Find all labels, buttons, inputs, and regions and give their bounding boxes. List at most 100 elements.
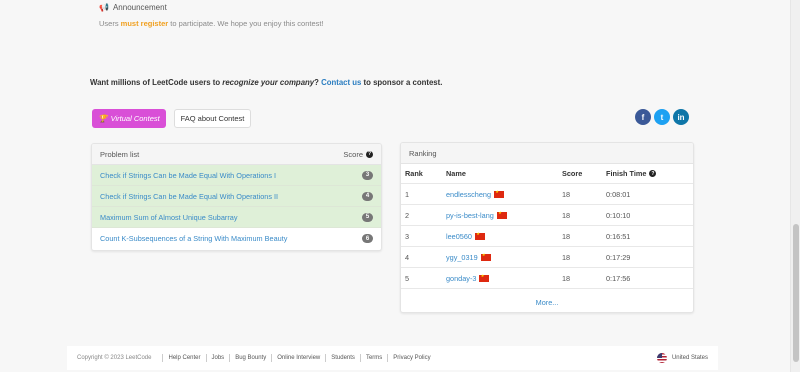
user-link[interactable]: gonday-3 [446, 274, 476, 283]
rank-cell: 3 [405, 231, 410, 241]
name-cell: lee0560 [446, 231, 562, 241]
col-score: Score [562, 169, 583, 178]
announcement-title: Announcement [112, 3, 167, 12]
score-badge: 3 [362, 170, 373, 180]
table-row: 1 endlesscheng 18 0:08:01 [401, 184, 693, 205]
trophy-icon: 🏆 [98, 114, 108, 123]
time-cell: 0:10:10 [606, 210, 631, 220]
register-link[interactable]: must register [121, 19, 169, 28]
divider [162, 354, 164, 362]
user-link[interactable]: ygy_0319 [446, 253, 478, 262]
ranking-header: Ranking [401, 143, 693, 164]
region-label: United States [671, 355, 708, 361]
ranking-table: Rank Name Score Finish Time ? 1 endlessc… [401, 164, 693, 289]
rank-cell: 1 [405, 189, 410, 199]
footer-link-terms[interactable]: Terms [366, 355, 382, 361]
problem-row[interactable]: Check if Strings Can be Made Equal With … [92, 165, 381, 186]
finish-time-label: Finish Time [606, 169, 647, 178]
footer-link-students[interactable]: Students [331, 355, 355, 361]
sponsor-tail: to sponsor a contest. [361, 78, 443, 87]
problem-row[interactable]: Check if Strings Can be Made Equal With … [92, 186, 381, 207]
ranking-panel: Ranking Rank Name Score Finish Time ? 1 … [400, 142, 694, 313]
question-icon[interactable]: ? [366, 150, 373, 158]
problem-list-header: Problem list Score ? [92, 144, 381, 165]
announcement-header: 📢 Announcement [99, 3, 699, 12]
col-finish-time: Finish Time ? [606, 169, 693, 178]
time-cell: 0:17:56 [606, 273, 631, 283]
score-label: Score [343, 149, 363, 159]
ranking-column-headers: Rank Name Score Finish Time ? [401, 164, 693, 184]
time-cell: 0:16:51 [606, 231, 631, 241]
twitter-icon[interactable]: t [654, 109, 670, 125]
footer-link-online-interview[interactable]: Online Interview [277, 355, 320, 361]
problem-link[interactable]: Check if Strings Can be Made Equal With … [100, 192, 278, 201]
us-flag-icon [656, 353, 667, 363]
problem-link[interactable]: Count K-Subsequences of a String With Ma… [100, 234, 287, 243]
facebook-icon[interactable]: f [635, 109, 651, 125]
problem-link[interactable]: Check if Strings Can be Made Equal With … [100, 171, 276, 180]
footer-link-bug-bounty[interactable]: Bug Bounty [235, 355, 266, 361]
score-cell: 18 [562, 252, 571, 262]
table-row: 4 ygy_0319 18 0:17:29 [401, 247, 693, 268]
score-cell: 18 [562, 273, 571, 283]
rank-cell: 4 [405, 252, 410, 262]
region-selector[interactable]: United States [656, 353, 708, 363]
faq-button[interactable]: FAQ about Contest [174, 109, 251, 128]
problem-row[interactable]: Maximum Sum of Almost Unique Subarray 5 [92, 207, 381, 228]
announcement-text-pre: Users [99, 19, 121, 28]
table-row: 3 lee0560 18 0:16:51 [401, 226, 693, 247]
score-cell: 18 [562, 189, 571, 199]
problem-list-title: Problem list [100, 149, 140, 159]
footer-link-help-center[interactable]: Help Center [168, 355, 200, 361]
sponsor-lead: Want millions of LeetCode users to [90, 78, 223, 87]
score-badge: 5 [362, 212, 373, 222]
name-cell: py-is-best-lang [446, 210, 562, 220]
problem-list-panel: Problem list Score ? Check if Strings Ca… [91, 143, 382, 251]
rank-cell: 5 [405, 273, 410, 283]
divider [229, 354, 231, 362]
divider [387, 354, 389, 362]
china-flag-icon [494, 189, 505, 198]
question-icon[interactable]: ? [649, 170, 657, 177]
announcement-text: Users must register to participate. We h… [99, 19, 699, 28]
score-header: Score ? [343, 150, 373, 159]
footer: Copyright © 2023 LeetCode Help Center Jo… [67, 346, 718, 370]
announcement-text-post: to participate. We hope you enjoy this c… [168, 19, 324, 28]
col-rank: Rank [405, 169, 423, 178]
divider [271, 354, 273, 362]
user-link[interactable]: endlesscheng [446, 190, 491, 199]
name-cell: endlesscheng [446, 189, 562, 199]
contact-us-link[interactable]: Contact us [321, 78, 361, 87]
divider [205, 354, 207, 362]
table-row: 5 gonday-3 18 0:17:56 [401, 268, 693, 289]
rank-cell: 2 [405, 210, 410, 220]
virtual-contest-label: Virtual Contest [110, 114, 160, 123]
china-flag-icon [496, 210, 507, 219]
time-cell: 0:17:29 [606, 252, 631, 262]
score-cell: 18 [562, 210, 571, 220]
scrollbar[interactable] [790, 0, 800, 372]
problem-row[interactable]: Count K-Subsequences of a String With Ma… [92, 228, 381, 249]
score-badge: 6 [362, 234, 373, 243]
footer-link-privacy-policy[interactable]: Privacy Policy [393, 355, 430, 361]
virtual-contest-button[interactable]: 🏆 Virtual Contest [92, 109, 166, 128]
user-link[interactable]: py-is-best-lang [446, 211, 494, 220]
divider [325, 354, 327, 362]
score-cell: 18 [562, 231, 571, 241]
score-badge: 4 [362, 191, 373, 201]
china-flag-icon [480, 252, 491, 261]
user-link[interactable]: lee0560 [446, 232, 472, 241]
name-cell: ygy_0319 [446, 252, 562, 262]
more-link[interactable]: More... [401, 289, 693, 307]
sponsor-italic: recognize your company [222, 78, 315, 87]
linkedin-icon[interactable]: in [673, 109, 689, 125]
col-name: Name [446, 169, 466, 178]
time-cell: 0:08:01 [606, 189, 631, 199]
sponsor-message: Want millions of LeetCode users to recog… [90, 78, 442, 87]
announcement: 📢 Announcement Users must register to pa… [99, 3, 699, 28]
divider [359, 354, 361, 362]
footer-link-jobs[interactable]: Jobs [212, 355, 225, 361]
china-flag-icon [474, 231, 485, 240]
scrollbar-thumb[interactable] [793, 224, 799, 362]
problem-link[interactable]: Maximum Sum of Almost Unique Subarray [100, 213, 237, 222]
